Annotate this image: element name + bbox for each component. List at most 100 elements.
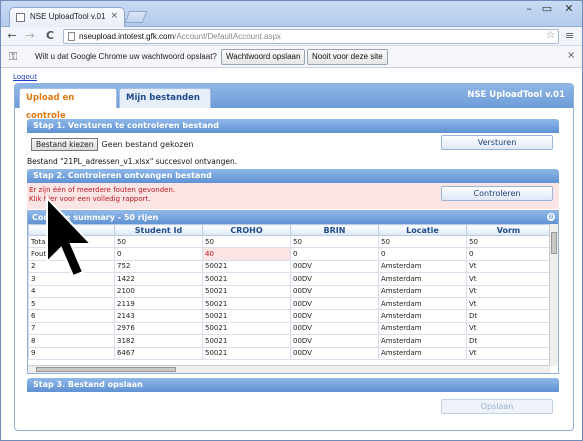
back-icon[interactable]: ← [5, 29, 19, 42]
error-message: Er zijn één of meerdere fouten gevonden. [29, 186, 176, 194]
table-cell: Vt [466, 321, 550, 336]
table-cell: Vt [466, 346, 550, 360]
minimize-button[interactable]: – [521, 1, 537, 19]
bookmark-star-icon[interactable]: ☆ [546, 30, 555, 41]
table-cell: 8 [28, 334, 115, 348]
table-cell: 5 [28, 296, 115, 311]
scroll-thumb[interactable] [551, 232, 557, 254]
table-cell: 00DV [290, 284, 379, 298]
table-row: 4 2100 50021 00DV Amsterdam Vt [28, 284, 550, 298]
table-cell: 4 [28, 284, 115, 298]
table-row: 6 2143 50021 00DV Amsterdam Dt [28, 309, 550, 323]
column-header[interactable]: CROHO [202, 224, 291, 236]
check-button[interactable]: Controleren [441, 186, 553, 201]
table-cell: 00DV [290, 334, 379, 348]
table-cell: 2100 [114, 284, 203, 298]
table-cell: 00DV [290, 346, 379, 360]
vertical-scrollbar[interactable] [549, 224, 558, 366]
summary-table: Student Id CROHO BRIN Locatie Vorm Totaal 50 5… [28, 224, 550, 360]
table-cell: 0 [114, 247, 203, 261]
table-cell: 50 [466, 234, 550, 249]
tab-upload-en-controle[interactable]: Upload en controle [19, 88, 117, 121]
table-cell: 50021 [202, 309, 291, 323]
never-save-button[interactable]: Nooit voor deze site [307, 49, 388, 65]
table-cell: 6467 [114, 346, 203, 360]
table-cell: 50 [290, 234, 379, 249]
table-cell: Amsterdam [378, 334, 467, 348]
step3-title: Stap 3. Bestand opslaan [27, 378, 559, 392]
table-cell: Vt [466, 259, 550, 274]
browser-tab[interactable]: NSE UploadTool v.01 × [9, 7, 125, 27]
table-cell: 0 [290, 247, 379, 261]
tab-strip: NSE UploadTool v.01 × – ▭ ✕ [1, 1, 582, 27]
choose-file-button[interactable]: Bestand kiezen [31, 138, 99, 151]
column-header[interactable]: Student Id [114, 224, 203, 236]
page-icon [68, 32, 75, 41]
table-cell: 1422 [114, 272, 203, 286]
tab-close-icon[interactable]: × [110, 11, 118, 21]
table-cell: 2976 [114, 321, 203, 336]
table-cell: 6 [28, 309, 115, 323]
url-host: nseupload.intotest.gfk.com [79, 32, 175, 41]
address-bar[interactable]: nseupload.intotest.gfk.com/Account/Defau… [63, 29, 559, 44]
close-window-button[interactable]: ✕ [557, 1, 581, 19]
step2-body: Er zijn één of meerdere fouten gevonden.… [27, 183, 559, 209]
column-header[interactable]: Vorm [466, 224, 550, 236]
horizontal-scrollbar[interactable] [28, 365, 550, 373]
infobar-close-icon[interactable]: × [567, 50, 575, 61]
summary-header: Controle summary - 50 rijen ⊖ [28, 211, 558, 224]
new-tab-button[interactable] [124, 11, 148, 23]
table-cell: 00DV [290, 259, 379, 274]
column-header[interactable]: BRIN [290, 224, 379, 236]
summary-panel: Controle summary - 50 rijen ⊖ Student Id… [27, 210, 559, 374]
forward-icon[interactable]: → [23, 29, 37, 42]
step3-body: Opslaan [27, 392, 559, 420]
step2-title: Stap 2. Controleren ontvangen bestand [27, 169, 559, 183]
save-password-button[interactable]: Wachtwoord opslaan [221, 49, 306, 65]
step3-section: Stap 3. Bestand opslaan Opslaan [27, 378, 559, 420]
tab-title: NSE UploadTool v.01 [30, 12, 106, 21]
table-cell: 50021 [202, 296, 291, 311]
scroll-thumb[interactable] [36, 367, 176, 372]
table-cell: Vt [466, 272, 550, 286]
step2-section: Stap 2. Controleren ontvangen bestand Er… [27, 169, 559, 209]
table-cell: 50021 [202, 272, 291, 286]
mouse-cursor-icon [46, 196, 94, 278]
browser-toolbar: ← → C nseupload.intotest.gfk.com/Account… [1, 27, 582, 46]
table-cell: 00DV [290, 321, 379, 336]
password-infobar: ⚿ Wilt u dat Google Chrome uw wachtwoord… [1, 46, 582, 68]
table-cell: 50021 [202, 346, 291, 360]
table-cell: 3182 [114, 334, 203, 348]
tab-mijn-bestanden[interactable]: Mijn bestanden [119, 88, 211, 108]
column-header[interactable]: Locatie [378, 224, 467, 236]
send-button[interactable]: Versturen [441, 135, 553, 150]
table-row: Fouten 0 40 0 0 0 [28, 247, 550, 261]
save-button[interactable]: Opslaan [441, 399, 553, 414]
table-cell: 7 [28, 321, 115, 336]
file-input: Bestand kiezen Geen bestand gekozen [31, 138, 193, 151]
table-cell: 752 [114, 259, 203, 274]
table-row: 2 752 50021 00DV Amsterdam Vt [28, 259, 550, 274]
url-text: nseupload.intotest.gfk.com/Account/Defau… [79, 32, 281, 41]
table-row: 9 6467 50021 00DV Amsterdam Vt [28, 346, 550, 360]
url-path: /Account/DefaultAccount.aspx [174, 32, 281, 41]
table-cell: 9 [28, 346, 115, 360]
app-title: NSE UploadTool v.01 [467, 90, 565, 100]
table-cell: 50021 [202, 284, 291, 298]
table-cell: 50 [202, 234, 291, 249]
table-cell: Vt [466, 296, 550, 311]
table-cell: 00DV [290, 296, 379, 311]
table-cell: 40 [202, 247, 291, 261]
collapse-icon[interactable]: ⊖ [547, 213, 555, 221]
step1-section: Stap 1. Versturen te controleren bestand… [27, 119, 559, 171]
menu-icon[interactable]: ≡ [565, 29, 574, 42]
table-row: 7 2976 50021 00DV Amsterdam Vt [28, 321, 550, 336]
table-cell: 0 [378, 247, 467, 261]
logout-link[interactable]: Logout [13, 73, 37, 81]
table-cell: Dt [466, 309, 550, 323]
table-cell: 50021 [202, 259, 291, 274]
table-cell: 50021 [202, 321, 291, 336]
table-cell: 2119 [114, 296, 203, 311]
reload-icon[interactable]: C [43, 29, 57, 42]
maximize-button[interactable]: ▭ [539, 1, 555, 19]
